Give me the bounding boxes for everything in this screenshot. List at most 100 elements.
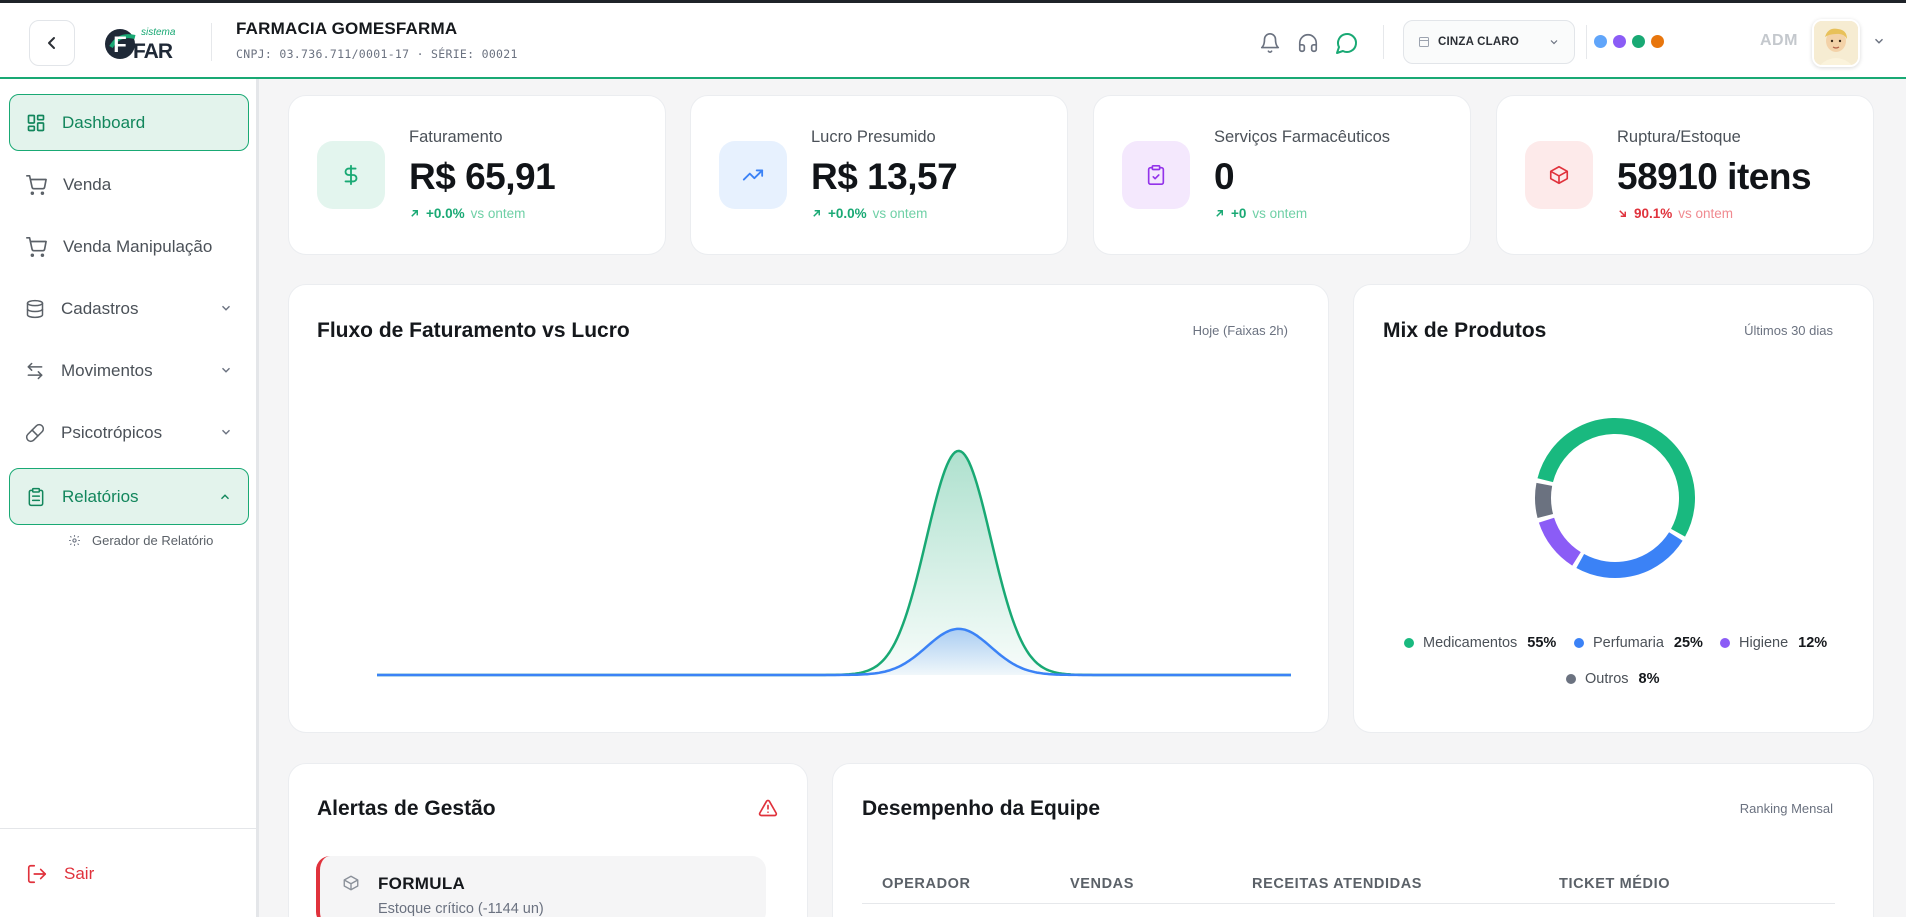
arrow-up-right-icon <box>1216 210 1223 217</box>
sidebar-item-relatorios[interactable]: Relatórios <box>9 468 249 525</box>
card-title: Alertas de Gestão <box>317 797 496 820</box>
sidebar-item-psicotropicos[interactable]: Psicotrópicos <box>9 404 249 461</box>
swatch-orange[interactable] <box>1651 35 1664 48</box>
logo-big-text: FAR <box>133 40 173 63</box>
chat-button[interactable] <box>1334 30 1360 56</box>
kpi-label: Lucro Presumido <box>811 128 936 146</box>
card-title: Desempenho da Equipe <box>862 797 1101 820</box>
headset-icon <box>1298 34 1318 53</box>
table-header-divider <box>862 903 1835 904</box>
swatch-purple[interactable] <box>1613 35 1626 48</box>
legend-label: Perfumaria <box>1593 635 1664 651</box>
arrow-up-right-icon <box>813 210 820 217</box>
sidebar-item-dashboard[interactable]: Dashboard <box>9 94 249 151</box>
sidebar-divider <box>0 828 256 829</box>
kpi-card-lucro: Lucro Presumido R$ 13,57 +0.0% vs ontem <box>690 95 1068 255</box>
clipboard-check-icon <box>1147 165 1165 185</box>
logout-button[interactable]: Sair <box>26 863 94 885</box>
legend-item: Perfumaria 25% <box>1574 635 1703 651</box>
brand-logo: F sistema FAR <box>105 27 176 63</box>
header-divider <box>211 23 212 61</box>
legend-item: Outros 8% <box>1566 671 1659 687</box>
sidebar-subitem-gerador-relatorio[interactable]: Gerador de Relatório <box>68 533 213 548</box>
sidebar-item-label: Venda <box>63 174 112 194</box>
sidebar-item-venda-manipulacao[interactable]: Venda Manipulação <box>9 218 249 275</box>
notifications-button[interactable] <box>1257 30 1283 56</box>
kpi-icon-wrap <box>719 141 787 209</box>
user-name: ADM <box>1760 32 1798 49</box>
alerts-card: Alertas de Gestão FORMULA Estoque crític… <box>288 763 808 917</box>
legend-label: Medicamentos <box>1423 635 1518 651</box>
kpi-label: Faturamento <box>409 128 503 146</box>
sidebar: Dashboard Venda Venda Manipulação Cadast… <box>0 79 259 917</box>
sidebar-item-label: Cadastros <box>61 298 139 318</box>
theme-select[interactable]: CINZA CLARO <box>1403 20 1575 64</box>
pill-icon <box>25 423 45 442</box>
card-title: Mix de Produtos <box>1383 319 1547 342</box>
layout-icon <box>1419 37 1429 47</box>
kpi-icon-wrap <box>1122 141 1190 209</box>
sidebar-item-label: Dashboard <box>62 112 146 132</box>
clipboard-icon <box>28 487 44 506</box>
package-icon <box>1549 165 1569 185</box>
chevron-down-icon <box>1550 40 1558 45</box>
theme-select-label: CINZA CLARO <box>1438 36 1519 48</box>
arrow-down-right-icon <box>1619 210 1626 217</box>
alert-item[interactable]: FORMULA Estoque crítico (-1144 un) <box>316 856 766 917</box>
company-info: FARMACIA GOMESFARMA CNPJ: 03.736.711/000… <box>236 19 518 61</box>
trending-up-icon <box>742 169 764 181</box>
alert-title: FORMULA <box>378 874 466 893</box>
donut-slice-outros[interactable] <box>1535 482 1554 519</box>
swatch-green[interactable] <box>1632 35 1645 48</box>
kpi-value: R$ 65,91 <box>409 156 556 197</box>
series-line-1 <box>377 627 1291 677</box>
warning-triangle-icon <box>758 799 778 817</box>
donut-slice-higiene[interactable] <box>1538 517 1582 566</box>
donut-slice-medicamentos[interactable] <box>1537 418 1695 537</box>
kpi-card-faturamento: Faturamento R$ 65,91 +0.0% vs ontem <box>288 95 666 255</box>
team-card: Desempenho da Equipe Ranking Mensal OPER… <box>832 763 1874 917</box>
legend-label: Higiene <box>1739 635 1789 651</box>
kpi-value: 0 <box>1214 156 1235 197</box>
table-header-vendas[interactable]: VENDAS <box>1070 876 1134 892</box>
database-icon <box>26 299 44 318</box>
table-header-ticket[interactable]: TICKET MÉDIO <box>1559 876 1670 892</box>
gear-icon <box>69 535 80 546</box>
card-meta: Últimos 30 dias <box>1744 323 1833 338</box>
kpi-trend: +0 vs ontem <box>1214 206 1307 221</box>
back-button[interactable] <box>29 20 75 66</box>
logout-label: Sair <box>64 864 95 883</box>
legend-value: 8% <box>1638 671 1660 687</box>
series-line-0 <box>377 449 1291 677</box>
sidebar-item-movimentos[interactable]: Movimentos <box>9 342 249 399</box>
kpi-icon-wrap <box>1525 141 1593 209</box>
chevron-down-icon[interactable] <box>1872 34 1886 48</box>
logout-icon <box>27 864 47 884</box>
kpi-card-servicos: Serviços Farmacêuticos 0 +0 vs ontem <box>1093 95 1471 255</box>
kpi-trend: +0.0% vs ontem <box>409 206 525 221</box>
series-area-1 <box>377 628 1291 675</box>
chevron-up-icon <box>221 494 229 500</box>
avatar[interactable] <box>1812 19 1860 67</box>
table-header-operador[interactable]: OPERADOR <box>882 876 971 892</box>
svg-text:F: F <box>113 32 126 57</box>
swatch-blue[interactable] <box>1594 35 1607 48</box>
color-swatches <box>1594 35 1664 48</box>
support-button[interactable] <box>1295 30 1321 56</box>
chevron-left-icon <box>48 37 55 49</box>
kpi-trend-value: +0 <box>1231 206 1247 221</box>
kpi-trend: 90.1% vs ontem <box>1617 206 1733 221</box>
kpi-value: 58910 itens <box>1617 156 1812 197</box>
company-name: FARMACIA GOMESFARMA <box>236 19 458 38</box>
sidebar-item-venda[interactable]: Venda <box>9 156 249 213</box>
dollar-icon <box>344 164 358 186</box>
logo-small-text: sistema <box>141 27 176 38</box>
legend-value: 12% <box>1798 635 1828 651</box>
donut-slice-perfumaria[interactable] <box>1576 531 1683 578</box>
table-header-receitas[interactable]: RECEITAS ATENDIDAS <box>1252 876 1422 892</box>
kpi-label: Serviços Farmacêuticos <box>1214 128 1391 146</box>
sidebar-item-cadastros[interactable]: Cadastros <box>9 280 249 337</box>
legend-dot <box>1404 638 1414 648</box>
header-separator <box>1586 25 1587 59</box>
mix-donut-chart <box>1535 418 1695 578</box>
